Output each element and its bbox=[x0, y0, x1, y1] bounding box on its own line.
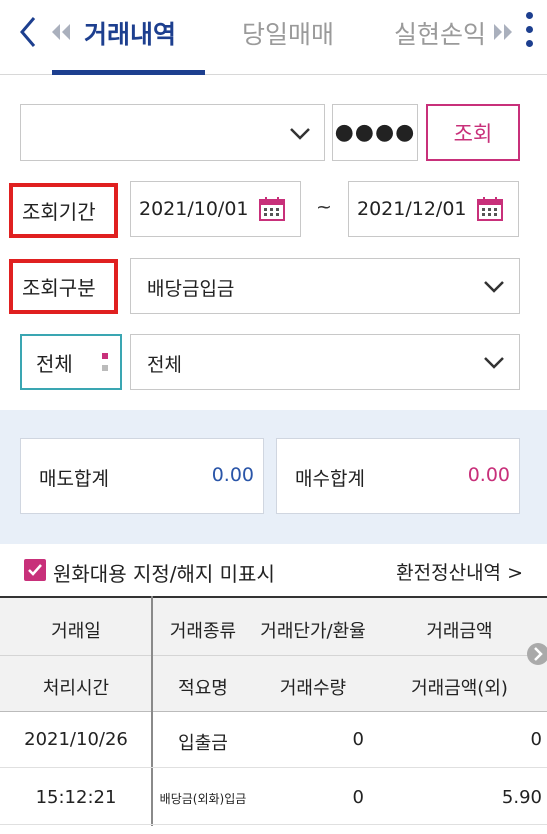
start-date-field[interactable]: 2021/10/01 bbox=[130, 181, 301, 237]
hide-krw-collateral-checkbox[interactable] bbox=[24, 559, 46, 581]
header-price-rate: 거래단가/환율 bbox=[260, 621, 366, 642]
buy-total-label: 매수합계 bbox=[295, 468, 365, 490]
category-select-value: 배당금입금 bbox=[147, 278, 235, 300]
sell-total-value: 0.00 bbox=[211, 464, 254, 486]
checkmark-icon bbox=[28, 564, 42, 576]
dropdown-indicator-icon bbox=[102, 365, 108, 371]
double-chevron-right-icon[interactable] bbox=[492, 22, 514, 42]
category-select[interactable]: 배당금입금 bbox=[130, 258, 520, 314]
header-memo: 적요명 bbox=[178, 678, 228, 699]
tab-realized-pnl[interactable]: 실현손익 bbox=[394, 15, 486, 51]
row-trade-type: 입출금 bbox=[178, 733, 228, 754]
sell-total-card: 매도합계 0.00 bbox=[20, 438, 264, 514]
buy-total-value: 0.00 bbox=[467, 464, 510, 486]
filter-item-value: 전체 bbox=[147, 354, 182, 376]
summary-panel: 매도합계 0.00 매수합계 0.00 bbox=[0, 410, 547, 544]
dropdown-indicator-icon bbox=[102, 353, 108, 359]
active-tab-indicator bbox=[52, 70, 205, 75]
row-memo: 배당금(외화)입금 bbox=[159, 792, 247, 806]
header-trade-date: 거래일 bbox=[51, 621, 101, 642]
chevron-down-icon bbox=[290, 128, 310, 140]
scroll-right-icon[interactable] bbox=[527, 643, 547, 665]
search-button[interactable]: 조회 bbox=[426, 104, 520, 161]
tab-daily-trades[interactable]: 당일매매 bbox=[242, 15, 334, 51]
header-amount-fx: 거래금액(외) bbox=[411, 678, 508, 699]
date-range-separator: ~ bbox=[316, 196, 332, 218]
tab-transactions[interactable]: 거래내역 bbox=[84, 15, 176, 51]
header-trade-type: 거래종류 bbox=[169, 621, 237, 642]
chevron-down-icon bbox=[484, 281, 504, 293]
chevron-down-icon bbox=[484, 357, 504, 369]
filter-item-select[interactable]: 전체 bbox=[130, 334, 520, 390]
more-vertical-icon[interactable] bbox=[522, 8, 536, 58]
header-quantity: 거래수량 bbox=[279, 678, 347, 699]
buy-total-card: 매수합계 0.00 bbox=[276, 438, 520, 514]
row-trade-date: 2021/10/26 bbox=[24, 729, 128, 750]
row-process-time: 15:12:21 bbox=[35, 787, 117, 808]
category-label: 조회구분 bbox=[9, 259, 118, 314]
end-date-value: 2021/12/01 bbox=[357, 198, 467, 220]
start-date-value: 2021/10/01 bbox=[139, 198, 249, 220]
account-select[interactable] bbox=[20, 104, 325, 161]
hide-krw-collateral-label[interactable]: 원화대용 지정/해지 미표시 bbox=[53, 558, 275, 587]
filter-scope-select[interactable]: 전체 bbox=[20, 334, 122, 390]
tab-header: 거래내역 당일매매 실현손익 bbox=[0, 0, 547, 75]
double-chevron-left-icon[interactable] bbox=[50, 22, 72, 42]
header-trade-amount: 거래금액 bbox=[426, 621, 493, 642]
password-field[interactable]: ●●●● bbox=[332, 104, 418, 161]
row-quantity: 0 bbox=[352, 787, 364, 808]
chevron-left-icon[interactable] bbox=[14, 12, 44, 52]
table-header: 거래일 거래종류 거래단가/환율 거래금액 처리시간 적요명 거래수량 거래금액… bbox=[0, 596, 547, 712]
filter-scope-value: 전체 bbox=[36, 351, 73, 376]
period-label: 조회기간 bbox=[9, 183, 118, 238]
end-date-field[interactable]: 2021/12/01 bbox=[348, 181, 519, 237]
header-process-time: 처리시간 bbox=[42, 678, 110, 699]
fx-settlement-link[interactable]: 환전정산내역 > bbox=[396, 558, 523, 585]
calendar-icon[interactable] bbox=[476, 196, 504, 222]
row-amount: 0 bbox=[530, 729, 542, 750]
row-amount-fx: 5.90 bbox=[501, 787, 542, 808]
row-price: 0 bbox=[352, 729, 364, 750]
calendar-icon[interactable] bbox=[258, 196, 286, 222]
sell-total-label: 매도합계 bbox=[39, 468, 109, 490]
